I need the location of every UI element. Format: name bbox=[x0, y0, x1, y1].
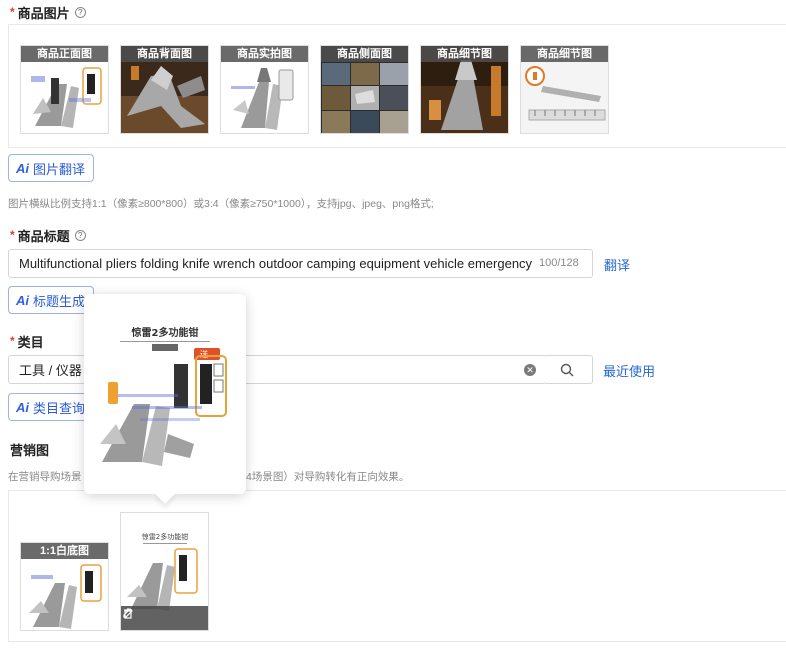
clear-icon[interactable]: ✕ bbox=[524, 364, 536, 376]
popover-product-title: 惊雷2多功能钳 bbox=[132, 326, 199, 339]
delete-icon[interactable] bbox=[121, 606, 135, 620]
marketing-thumb[interactable]: 惊雷2多功能钳 bbox=[120, 512, 209, 631]
marketing-label: 营销图 bbox=[10, 440, 49, 459]
search-icon bbox=[560, 363, 574, 377]
marketing-label-text: 营销图 bbox=[10, 443, 50, 458]
required-mark: * bbox=[10, 333, 15, 348]
category-label-text: 类目 bbox=[17, 335, 44, 350]
category-label: * 类目 bbox=[10, 332, 44, 351]
category-value: 工具 / 仪器 bbox=[19, 363, 82, 378]
title-input[interactable]: Multifunctional pliers folding knife wre… bbox=[8, 249, 593, 278]
thumb-back[interactable]: 商品背面图 bbox=[120, 45, 209, 134]
thumb-detail-2[interactable]: 商品细节图 bbox=[520, 45, 609, 134]
image-hint: 图片横纵比例支持1:1（像素≥800*800）或3:4（像素≥750*1000）… bbox=[8, 198, 434, 210]
marketing-white-thumb[interactable]: 1:1白底图 bbox=[20, 542, 109, 631]
title-label-text: 商品标题 bbox=[17, 229, 70, 244]
image-translate-button[interactable]: Ai 图片翻译 bbox=[8, 154, 95, 182]
thumb-caption: 商品背面图 bbox=[121, 46, 208, 62]
thumb-actual[interactable]: 商品实拍图 bbox=[220, 45, 309, 134]
thumb-front[interactable]: 商品正面图 bbox=[20, 45, 109, 134]
thumb-caption: 商品细节图 bbox=[521, 46, 608, 62]
thumb-caption: 商品正面图 bbox=[21, 46, 108, 62]
thumb-caption: 商品实拍图 bbox=[221, 46, 308, 62]
thumb-toolbar bbox=[121, 606, 208, 630]
popover-badge: 送 bbox=[200, 349, 208, 359]
thumb-detail-1[interactable]: 商品细节图 bbox=[420, 45, 509, 134]
required-mark: * bbox=[10, 4, 15, 19]
ai-icon: Ai bbox=[16, 160, 29, 176]
category-query-button[interactable]: Ai 类目查询 bbox=[8, 393, 95, 421]
marketing-hint-left: 在营销导购场景 bbox=[8, 471, 82, 483]
marketing-hint-right: 4场景图）对导购转化有正向效果。 bbox=[246, 471, 410, 483]
title-input-value: Multifunctional pliers folding knife wre… bbox=[19, 256, 533, 271]
poster-title: 惊雷2多功能钳 bbox=[142, 532, 188, 541]
product-images-label-text: 商品图片 bbox=[17, 6, 70, 21]
category-search-button[interactable] bbox=[545, 355, 593, 384]
marketing-thumb-caption: 1:1白底图 bbox=[21, 543, 108, 559]
help-icon[interactable]: ? bbox=[74, 230, 86, 241]
image-preview-popover: 惊雷2多功能钳 送 bbox=[84, 294, 246, 494]
ai-icon: Ai bbox=[16, 292, 29, 308]
image-translate-label: 图片翻译 bbox=[33, 161, 86, 177]
required-mark: * bbox=[10, 227, 15, 242]
thumb-side[interactable]: 商品侧面图 bbox=[320, 45, 409, 134]
product-images-label: * 商品图片 ? bbox=[10, 3, 86, 22]
recent-use-link[interactable]: 最近使用 bbox=[603, 361, 655, 380]
title-translate-link[interactable]: 翻译 bbox=[604, 255, 630, 274]
title-char-count: 100/128 bbox=[539, 257, 579, 269]
help-icon[interactable]: ? bbox=[74, 7, 86, 18]
category-query-label: 类目查询 bbox=[33, 400, 86, 416]
popover-preview-image: 惊雷2多功能钳 送 bbox=[100, 326, 227, 466]
title-generate-label: 标题生成 bbox=[33, 293, 86, 309]
title-generate-button[interactable]: Ai 标题生成 bbox=[8, 286, 95, 314]
title-label: * 商品标题 ? bbox=[10, 226, 86, 245]
thumb-caption: 商品侧面图 bbox=[321, 46, 408, 62]
thumb-caption: 商品细节图 bbox=[421, 46, 508, 62]
ai-icon: Ai bbox=[16, 399, 29, 415]
